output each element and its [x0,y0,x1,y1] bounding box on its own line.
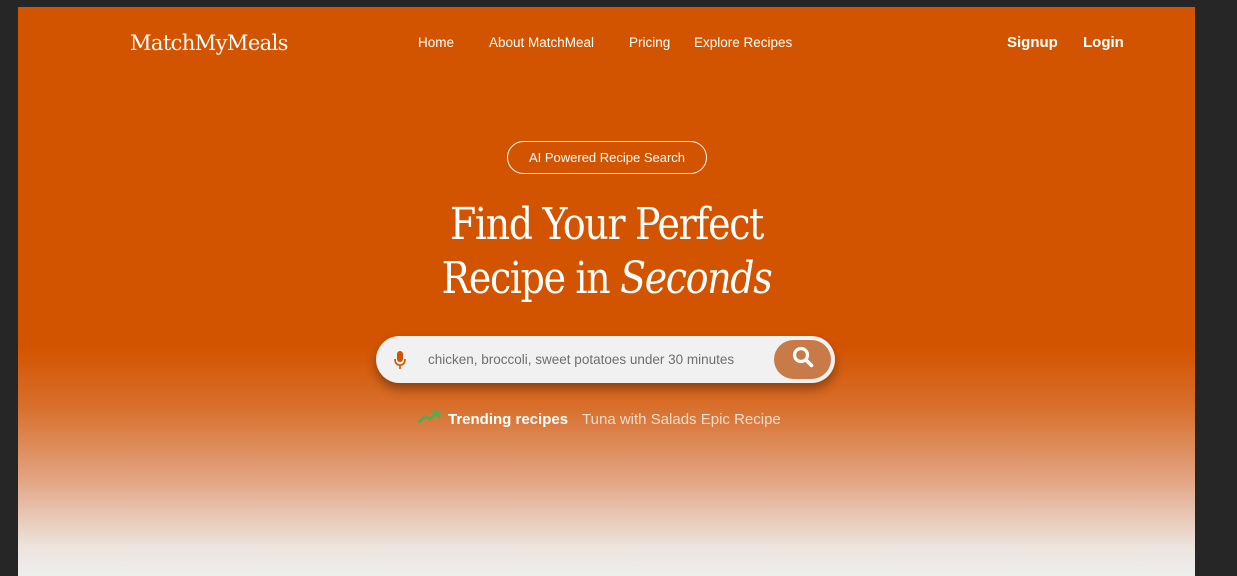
trending-label: Trending recipes [448,411,569,428]
hero-section: MatchMyMeals Home About MatchMeal Pricin… [18,7,1195,576]
search-button[interactable] [774,340,831,379]
signup-link[interactable]: Signup [1007,34,1058,51]
headline-line-2: Recipe in Seconds [100,253,1112,305]
trending-row: Trending recipes Tuna with Salads Epic R… [417,409,781,430]
trending-up-icon [417,409,442,430]
trending-recipe-link[interactable]: Tuna with Salads Epic Recipe [582,411,781,428]
nav-pricing-link[interactable]: Pricing [629,35,670,50]
headline-line-2-prefix: Recipe in [441,253,621,304]
nav-about-link[interactable]: About MatchMeal [489,35,594,50]
nav-home-link[interactable]: Home [418,35,454,50]
headline-emphasis: Seconds [620,253,773,304]
login-link[interactable]: Login [1083,34,1124,51]
nav-explore-recipes-link[interactable]: Explore Recipes [694,35,792,50]
search-bar [376,336,835,383]
ai-search-badge: AI Powered Recipe Search [507,141,707,174]
brand-logo[interactable]: MatchMyMeals [130,31,288,55]
microphone-icon[interactable] [393,350,407,370]
search-icon [791,345,815,374]
search-input[interactable] [428,348,764,370]
headline-line-1: Find Your Perfect [449,199,764,250]
